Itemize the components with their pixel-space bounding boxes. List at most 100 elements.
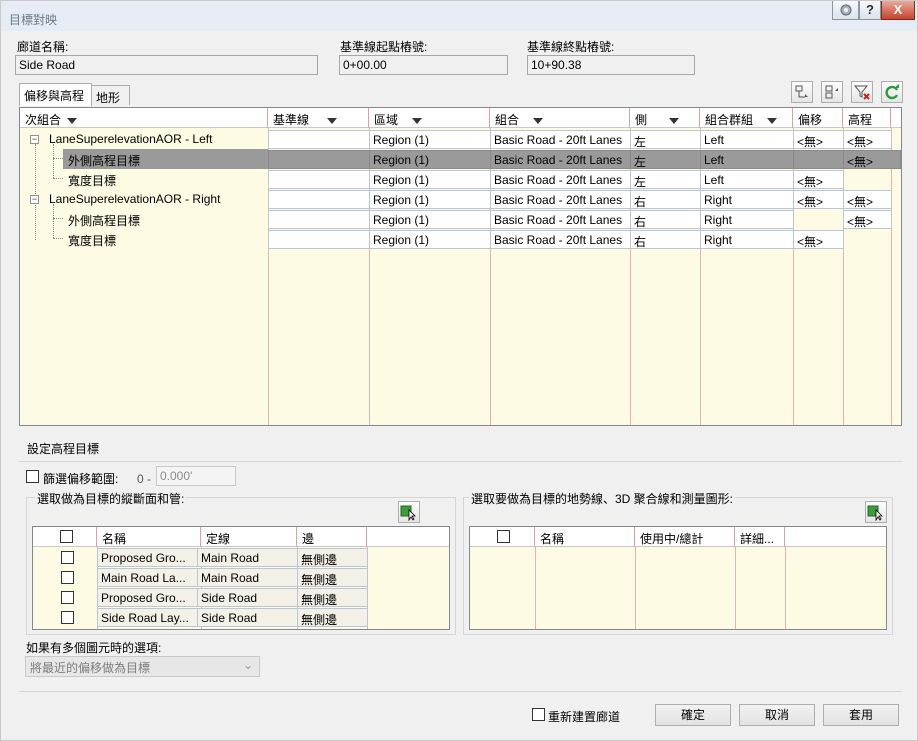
assembly-cell: Basic Road - 20ft Lanes [490,230,631,249]
table-row[interactable]: 寬度目標 Region (1) Basic Road - 20ft Lanes … [20,229,901,249]
baseline-cell[interactable] [268,130,370,149]
column-header-alignment[interactable]: 定線 [201,527,297,547]
assembly-cell: Basic Road - 20ft Lanes [490,130,631,149]
profile-alignment-cell: Main Road [197,548,298,567]
ok-button[interactable]: 確定 [655,704,731,726]
features-grid-header: 名稱 使用中/總計 詳細... [470,527,886,547]
rebuild-corridor-checkbox[interactable] [532,708,545,721]
row-checkbox[interactable] [61,591,74,604]
filter-offset-field[interactable]: 0.000' [156,466,236,486]
table-row[interactable]: 外側高程目標 Region (1) Basic Road - 20ft Lane… [20,209,901,229]
column-header-assembly-group[interactable]: 組合群組 [700,108,793,128]
profiles-select-all-header [33,527,97,547]
table-row[interactable]: 外側高程目標 Region (1) Basic Road - 20ft Lane… [20,149,901,169]
profile-alignment-cell: Side Road [197,608,298,627]
baseline-cell[interactable] [268,170,370,189]
offset-target-cell[interactable]: <無> [793,230,844,249]
column-divider [735,547,736,629]
dropdown-arrow-icon [327,117,338,124]
profile-side-cell: 無側邊 [297,548,368,567]
profile-name-cell: Proposed Gro... [97,548,202,567]
tab-surface[interactable]: 地形 [91,85,130,105]
select-all-checkbox[interactable] [497,530,510,543]
table-row[interactable]: Side Road Lay... Side Road 無側邊 [33,608,449,628]
select-features-button[interactable] [865,501,887,523]
select-profiles-button[interactable] [398,501,420,523]
refresh-button[interactable] [881,81,903,103]
profile-side-cell: 無側邊 [297,568,368,587]
offset-target-cell[interactable] [793,150,844,169]
column-header-used-total[interactable]: 使用中/總計 [635,527,735,547]
start-station-field[interactable]: 0+00.00 [339,55,508,75]
profile-alignment-cell: Main Road [197,568,298,587]
help-button[interactable]: ? [859,1,881,20]
offset-target-cell[interactable]: <無> [793,190,844,209]
title-bar: 目標對映 ? X [1,1,917,31]
multi-option-select[interactable]: 將最近的偏移做為目標 ⌄ [25,656,260,677]
section-title: 設定高程目標 [27,442,100,456]
table-row[interactable]: − LaneSuperelevationAOR - Right Region (… [20,189,901,209]
column-header-region[interactable]: 區域 [369,108,490,128]
column-header-subassembly[interactable]: 次組合 [20,108,268,128]
corridor-name-field[interactable]: Side Road [15,55,318,75]
column-header-side[interactable]: 邊 [297,527,367,547]
tree-node-label: 外側高程目標 [68,154,141,168]
column-header-offset[interactable]: 偏移 [793,108,843,128]
features-select-all-header [470,527,535,547]
column-header-side[interactable]: 側 [630,108,700,128]
assembly-cell: Basic Road - 20ft Lanes [490,170,631,189]
filter-offset-label: 篩選偏移範圍: [43,472,119,486]
column-header-name[interactable]: 名稱 [97,527,201,547]
baseline-cell[interactable] [268,210,370,229]
table-row[interactable]: Proposed Gro... Main Road 無側邊 [33,548,449,568]
elevation-target-cell[interactable]: <無> [843,210,892,229]
multi-option-value: 將最近的偏移做為目標 [30,661,151,675]
select-all-checkbox[interactable] [60,530,73,543]
filter-offset-checkbox[interactable] [26,470,39,483]
grid-header: 次組合 基準線 區域 組合 側 組合群組 偏移 高程 [20,108,901,128]
baseline-cell[interactable] [268,190,370,209]
profile-name-cell: Proposed Gro... [97,588,202,607]
baseline-cell[interactable] [268,230,370,249]
elevation-target-cell[interactable]: <無> [843,150,901,169]
column-header-baseline[interactable]: 基準線 [268,108,369,128]
apply-button[interactable]: 套用 [823,704,899,726]
region-cell: Region (1) [369,170,491,189]
assembly-cell: Basic Road - 20ft Lanes [490,150,631,169]
region-cell: Region (1) [369,230,491,249]
collapse-icon[interactable]: − [30,135,39,144]
table-row[interactable]: − LaneSuperelevationAOR - Left Region (1… [20,129,901,149]
tree-node-label: 寬度目標 [68,234,117,248]
expand-tree-button[interactable] [791,81,813,103]
corridor-name-label: 廊道名稱: [17,40,69,54]
column-header-details[interactable]: 詳細... [735,527,785,547]
close-button[interactable]: X [881,1,915,20]
end-station-field[interactable]: 10+90.38 [527,55,695,75]
tools-button[interactable] [832,1,859,20]
column-header-assembly[interactable]: 組合 [490,108,630,128]
column-header-elevation[interactable]: 高程 [843,108,891,128]
end-station-label: 基準線終點樁號: [527,40,615,54]
clear-filter-button[interactable] [851,81,873,103]
target-mapping-dialog: 目標對映 ? X 廊道名稱: Side Road 基準線起點樁號: 0+00.0… [0,0,918,741]
column-header-name[interactable]: 名稱 [535,527,635,547]
row-checkbox[interactable] [61,611,74,624]
elevation-target-cell[interactable]: <無> [843,130,892,149]
table-row[interactable]: Proposed Gro... Side Road 無側邊 [33,588,449,608]
tab-offset-elevation[interactable]: 偏移與高程 [19,83,92,106]
row-checkbox[interactable] [61,551,74,564]
cancel-button[interactable]: 取消 [739,704,815,726]
collapse-icon[interactable]: − [30,195,39,204]
baseline-cell[interactable] [268,150,370,169]
profiles-title: 選取做為目標的縱斷面和管: [35,490,187,507]
offset-target-cell[interactable]: <無> [793,170,844,189]
tree-expand-icon [795,85,808,98]
offset-target-cell[interactable]: <無> [793,130,844,149]
row-checkbox[interactable] [61,571,74,584]
elevation-target-cell[interactable]: <無> [843,190,892,209]
table-row[interactable]: Main Road La... Main Road 無側邊 [33,568,449,588]
side-cell: 右 [630,190,701,209]
side-cell: 右 [630,210,701,229]
table-row[interactable]: 寬度目標 Region (1) Basic Road - 20ft Lanes … [20,169,901,189]
collapse-tree-button[interactable] [821,81,843,103]
